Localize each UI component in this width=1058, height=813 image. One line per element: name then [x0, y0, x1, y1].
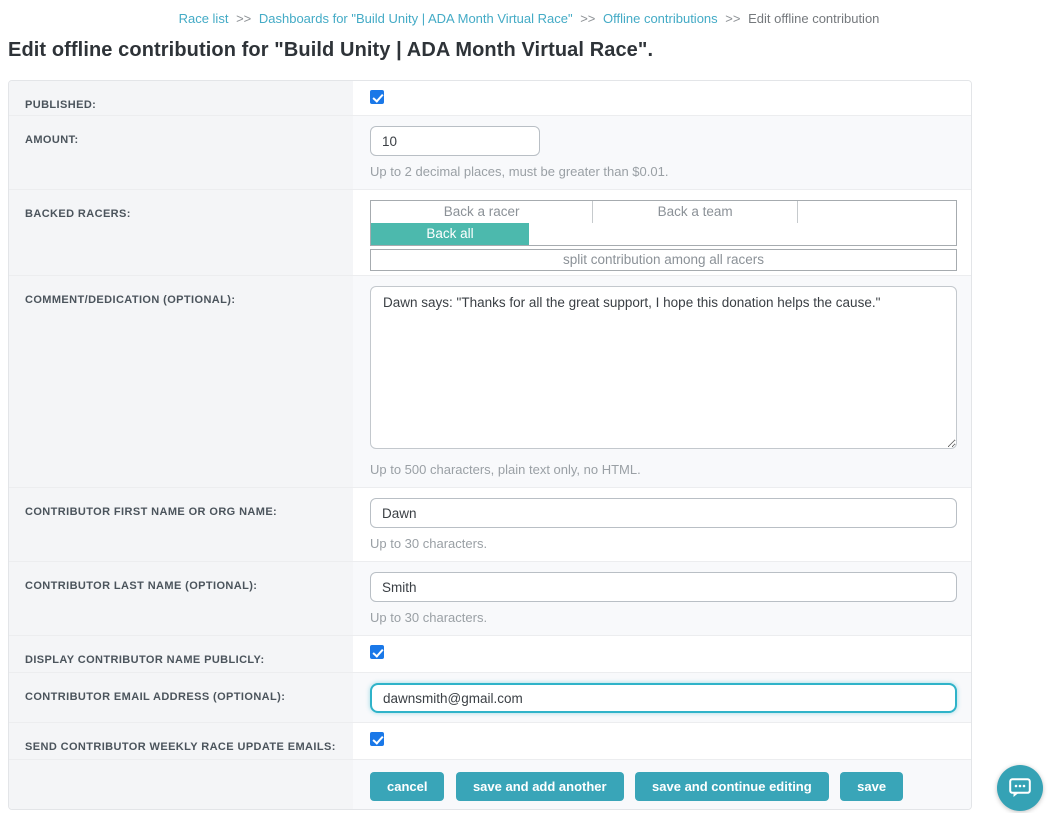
amount-help-text: Up to 2 decimal places, must be greater … — [370, 164, 955, 189]
row-display-name-publicly: Display contributor name publicly: — [9, 636, 971, 673]
tab-back-all-active[interactable]: Back all — [371, 223, 529, 245]
breadcrumb-current-page: Edit offline contribution — [748, 11, 879, 26]
last-name-label: Contributor last name (optional): — [25, 580, 257, 592]
breadcrumb-separator: >> — [236, 11, 251, 26]
breadcrumb-separator: >> — [725, 11, 740, 26]
split-contribution-option[interactable]: split contribution among all racers — [370, 249, 957, 271]
tab-empty-cell — [798, 201, 956, 223]
row-weekly-emails: Send contributor weekly race update emai… — [9, 723, 971, 760]
published-label: Published: — [25, 99, 96, 111]
row-last-name: Contributor last name (optional): Up to … — [9, 562, 971, 636]
last-name-help-text: Up to 30 characters. — [370, 610, 957, 635]
row-backed-racers: Backed racers: Back a racer Back a team … — [9, 190, 971, 276]
breadcrumb-race-list[interactable]: Race list — [179, 11, 229, 26]
last-name-input[interactable] — [370, 572, 957, 602]
tab-back-a-racer[interactable]: Back a racer — [371, 201, 593, 223]
row-submit-buttons: cancel save and add another save and con… — [9, 760, 971, 809]
row-first-name: Contributor first name or org name: Up t… — [9, 488, 971, 562]
email-label: Contributor email address (optional): — [25, 691, 285, 703]
page-title: Edit offline contribution for "Build Uni… — [8, 39, 1058, 62]
row-amount: Amount: Up to 2 decimal places, must be … — [9, 116, 971, 190]
breadcrumb: Race list >> Dashboards for "Build Unity… — [0, 0, 1058, 26]
first-name-label: Contributor first name or org name: — [25, 506, 277, 518]
display-name-checkbox[interactable] — [370, 645, 384, 659]
comment-help-text: Up to 500 characters, plain text only, n… — [370, 462, 957, 487]
breadcrumb-separator: >> — [580, 11, 595, 26]
save-and-add-another-button[interactable]: save and add another — [456, 772, 624, 801]
tab-back-a-team[interactable]: Back a team — [593, 201, 798, 223]
weekly-emails-label: Send contributor weekly race update emai… — [25, 741, 336, 753]
amount-label: Amount: — [25, 134, 79, 146]
row-comment-dedication: Comment/dedication (optional): Dawn says… — [9, 276, 971, 488]
backed-racers-widget: Back a racer Back a team Back all split … — [370, 200, 957, 271]
save-button[interactable]: save — [840, 772, 903, 801]
display-name-label: Display contributor name publicly: — [25, 654, 265, 666]
save-and-continue-editing-button[interactable]: save and continue editing — [635, 772, 829, 801]
first-name-input[interactable] — [370, 498, 957, 528]
published-checkbox[interactable] — [370, 90, 384, 104]
weekly-emails-checkbox[interactable] — [370, 732, 384, 746]
comment-label: Comment/dedication (optional): — [25, 294, 235, 306]
backed-racers-label: Backed racers: — [25, 208, 131, 220]
chat-bubble-icon — [1009, 778, 1031, 798]
row-published: Published: — [9, 81, 971, 116]
cancel-button[interactable]: cancel — [370, 772, 444, 801]
first-name-help-text: Up to 30 characters. — [370, 536, 957, 561]
amount-input[interactable] — [370, 126, 540, 156]
chat-widget-button[interactable] — [997, 765, 1043, 811]
breadcrumb-offline-contributions[interactable]: Offline contributions — [603, 11, 718, 26]
edit-contribution-form: Published: Amount: Up to 2 decimal place… — [8, 80, 972, 810]
comment-textarea[interactable]: Dawn says: "Thanks for all the great sup… — [370, 286, 957, 449]
row-email: Contributor email address (optional): — [9, 673, 971, 723]
breadcrumb-dashboards[interactable]: Dashboards for "Build Unity | ADA Month … — [259, 11, 573, 26]
email-input[interactable] — [370, 683, 957, 713]
